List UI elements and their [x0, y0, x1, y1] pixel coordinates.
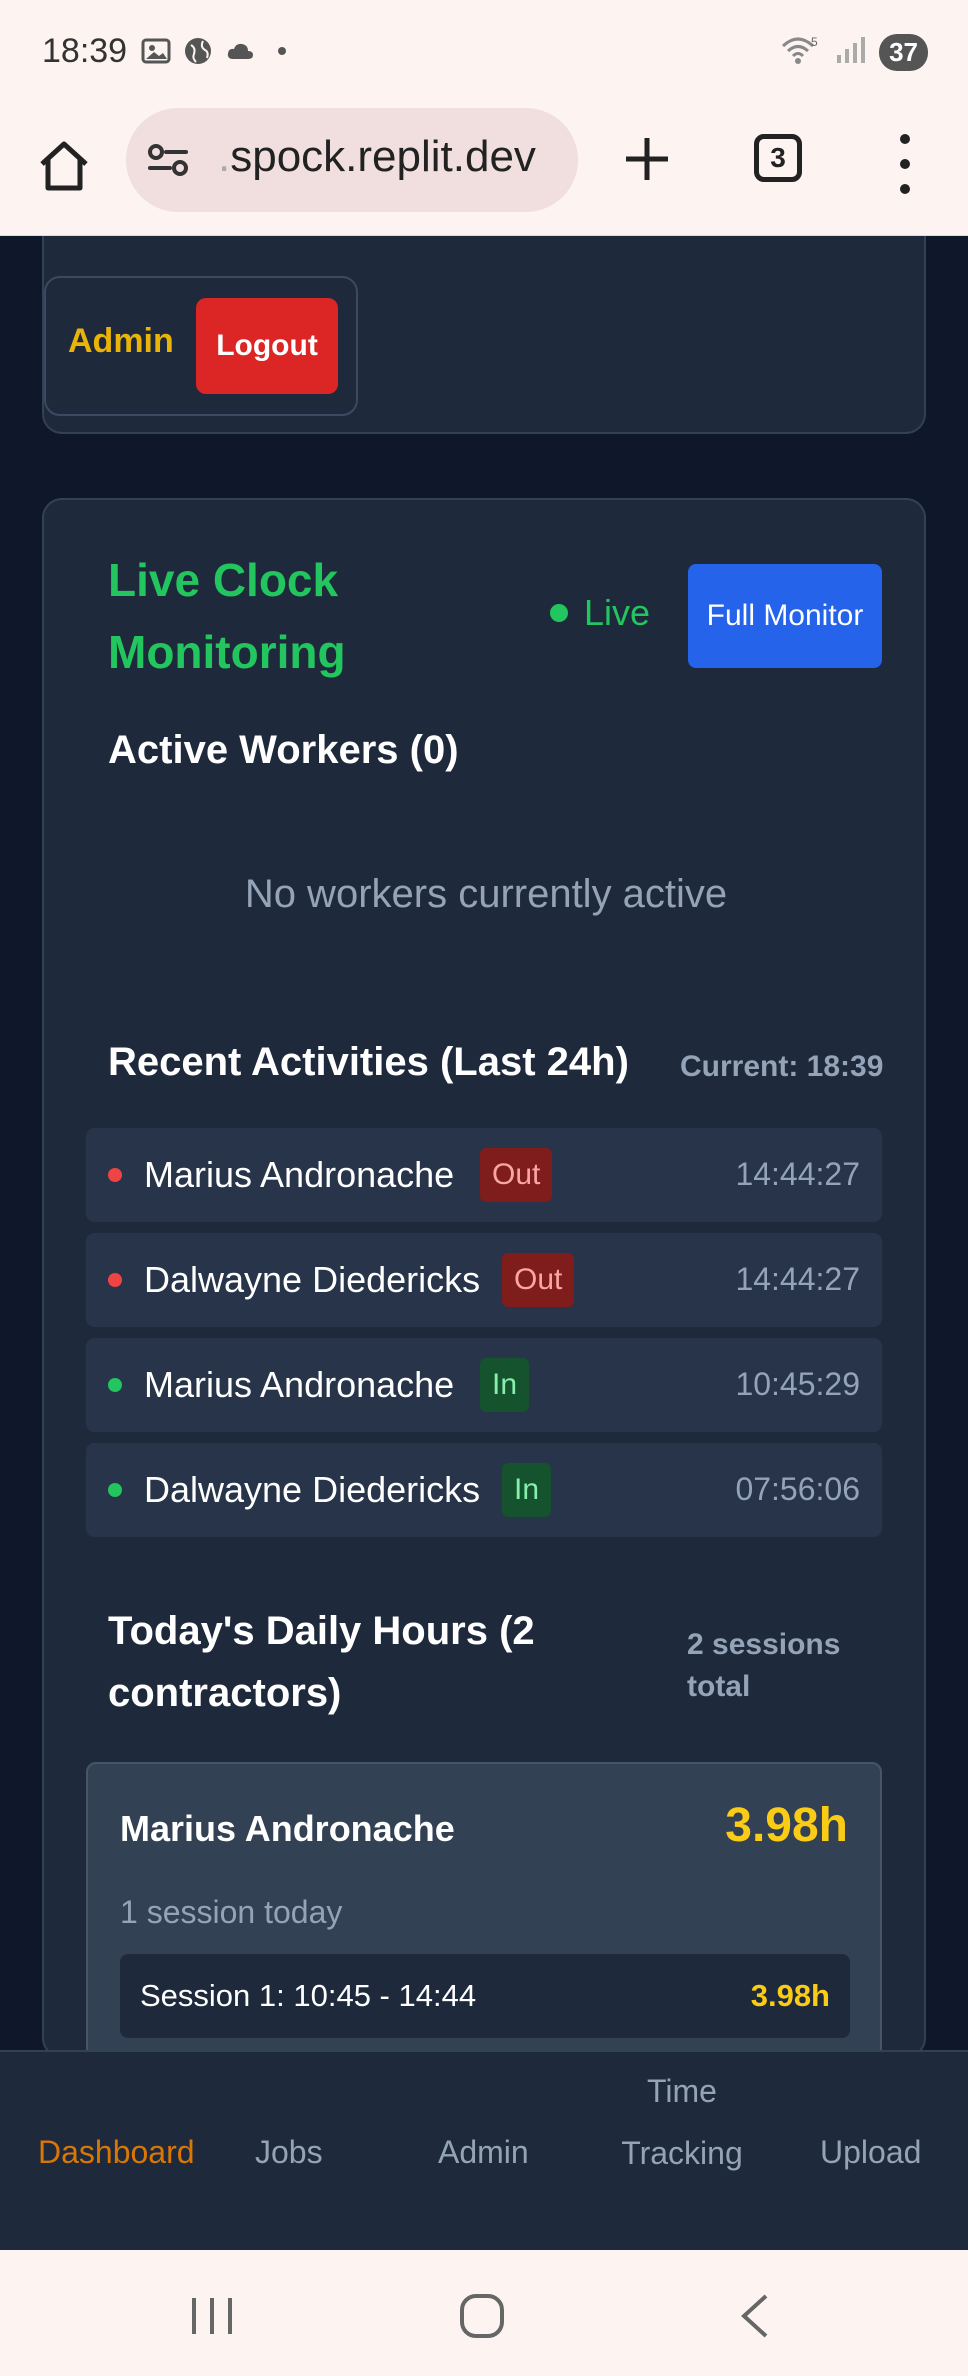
session-hours: 3.98h — [750, 1978, 830, 2013]
activity-time: 07:56:06 — [735, 1471, 860, 1507]
nav-time-tracking[interactable]: Time Tracking — [606, 2060, 758, 2184]
address-bar[interactable]: .spock.replit.dev — [126, 108, 578, 212]
empty-state-text: No workers currently active — [244, 872, 728, 916]
site-settings-icon[interactable] — [146, 140, 190, 180]
status-bar: 18:39 5 37 — [0, 0, 968, 108]
status-dot-icon — [108, 1483, 122, 1497]
sessions-total: 2 sessions total — [687, 1628, 841, 1703]
activity-list: Marius Andronache Out 14:44:27 Dalwayne … — [86, 1128, 882, 1548]
system-nav-bar — [0, 2250, 968, 2376]
wifi-generation: 5 — [811, 35, 818, 49]
contractor-session-count: 1 session today — [120, 1894, 343, 1930]
bottom-nav: Dashboard Jobs Admin Time Tracking Uploa… — [0, 2050, 968, 2250]
home-nav-icon[interactable] — [458, 2292, 506, 2345]
full-monitor-button[interactable]: Full Monitor — [688, 564, 882, 668]
system-icons: 5 37 — [781, 34, 928, 71]
current-time: Current: 18:39 — [680, 1050, 884, 1083]
status-dot-icon — [108, 1378, 122, 1392]
live-dot-icon — [550, 604, 568, 622]
cloud-icon — [224, 36, 256, 66]
live-indicator: Live — [550, 592, 650, 634]
gallery-icon — [140, 36, 172, 66]
header-card: Admin Logout — [42, 236, 926, 434]
live-monitor-card: Live Clock Monitoring Live Full Monitor … — [42, 498, 926, 2058]
status-dot-icon — [108, 1168, 122, 1182]
battery-icon: 37 — [879, 34, 928, 71]
active-workers-heading: Active Workers (0) — [108, 728, 459, 772]
nav-admin[interactable]: Admin — [438, 2121, 529, 2183]
live-status-text: Live — [584, 592, 651, 633]
status-badge: Out — [502, 1253, 575, 1307]
status-badge: In — [480, 1358, 530, 1412]
daily-hours-heading: Today's Daily Hours (2 contractors) — [108, 1609, 535, 1715]
signal-icon — [835, 35, 866, 70]
activity-name: Marius Andronache — [144, 1154, 455, 1195]
activity-name: Dalwayne Diedericks — [144, 1469, 481, 1510]
recents-icon[interactable] — [188, 2294, 236, 2343]
logout-button[interactable]: Logout — [196, 298, 338, 394]
home-icon[interactable] — [34, 136, 94, 196]
browser-toolbar: .spock.replit.dev 3 — [0, 108, 968, 236]
status-badge: Out — [480, 1148, 553, 1202]
new-tab-icon[interactable] — [618, 130, 676, 188]
activity-name: Marius Andronache — [144, 1364, 455, 1405]
dot-icon — [266, 36, 298, 66]
activity-time: 10:45:29 — [735, 1366, 860, 1402]
activity-time: 14:44:27 — [735, 1156, 860, 1192]
activity-name: Dalwayne Diedericks — [144, 1259, 481, 1300]
url-text[interactable]: .spock.replit.dev — [218, 132, 536, 182]
recent-activities-heading: Recent Activities (Last 24h) — [108, 1040, 629, 1084]
nav-jobs[interactable]: Jobs — [255, 2121, 323, 2183]
url-prefix: . — [218, 132, 231, 181]
status-badge: In — [502, 1463, 552, 1517]
contractor-card: Marius Andronache 3.98h 1 session today … — [86, 1762, 882, 2056]
session-label: Session 1: 10:45 - 14:44 — [140, 1978, 477, 2013]
user-role: Admin — [68, 322, 174, 360]
back-icon[interactable] — [736, 2292, 772, 2345]
status-time: 18:39 — [42, 32, 128, 70]
url-host: spock.replit.dev — [230, 132, 536, 181]
activity-row: Dalwayne Diedericks In 07:56:06 — [86, 1443, 882, 1537]
more-menu-icon[interactable] — [888, 134, 922, 194]
activity-row: Dalwayne Diedericks Out 14:44:27 — [86, 1233, 882, 1327]
wifi-icon: 5 — [781, 34, 821, 71]
activity-row: Marius Andronache Out 14:44:27 — [86, 1128, 882, 1222]
activity-time: 14:44:27 — [735, 1261, 860, 1297]
status-dot-icon — [108, 1273, 122, 1287]
notification-icons — [140, 36, 298, 66]
live-monitor-title: Live Clock Monitoring — [108, 554, 346, 678]
activity-row: Marius Andronache In 10:45:29 — [86, 1338, 882, 1432]
tab-switcher-button[interactable]: 3 — [754, 134, 802, 182]
nav-dashboard[interactable]: Dashboard — [38, 2121, 195, 2183]
contractor-name: Marius Andronache — [120, 1808, 455, 1849]
nav-upload[interactable]: Upload — [820, 2121, 921, 2183]
session-row: Session 1: 10:45 - 14:44 3.98h — [120, 1954, 850, 2038]
user-box: Admin Logout — [44, 276, 358, 416]
contractor-hours: 3.98h — [725, 1799, 848, 1852]
globe-icon — [182, 36, 214, 66]
